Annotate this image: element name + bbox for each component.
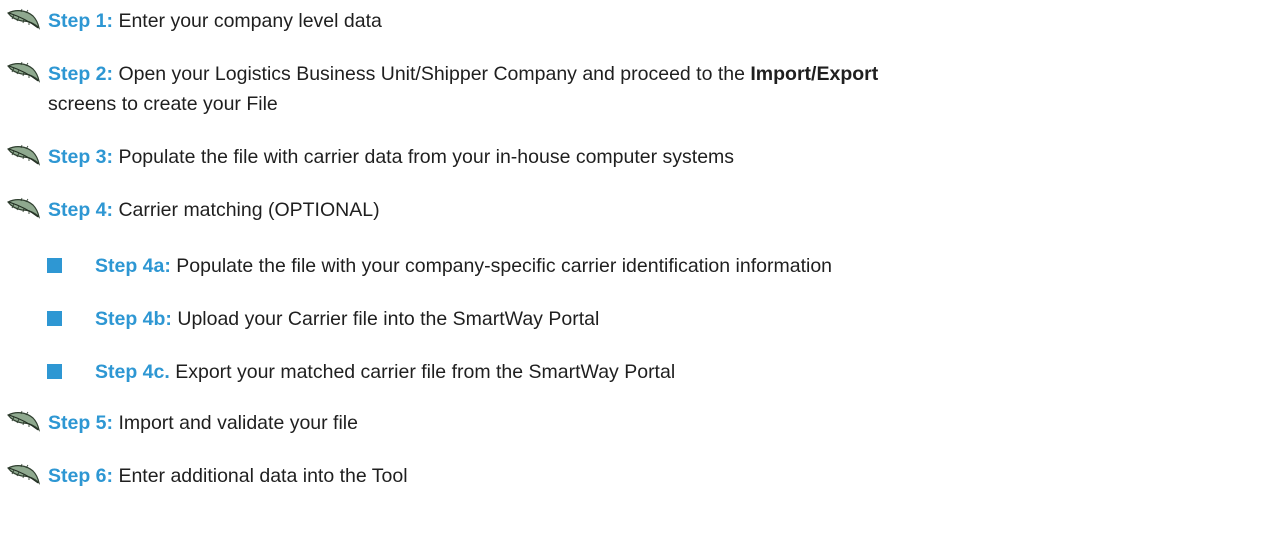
step-3-text-line: Step 3: Populate the file with carrier d… [48,142,1248,172]
step-4b-label: Step 4b: [95,308,172,330]
step-6-text: Enter additional data into the Tool [118,465,408,487]
step-2-text: Open your Logistics Business Unit/Shippe… [118,63,751,85]
step-3-label: Step 3: [48,146,114,168]
page: { "colors": { "accent": "#2e97d3", "text… [0,0,1261,537]
leaf-icon [6,8,40,30]
step-5-label: Step 5: [48,412,114,434]
step-5-text-line: Step 5: Import and validate your file [48,408,1248,438]
step-1-text-line: Step 1: Enter your company level data [48,6,1248,36]
step-4a-text: Populate the file with your company-spec… [176,255,833,277]
step-4a-label: Step 4a: [95,255,171,277]
leaf-icon [6,197,40,219]
step-4-text-line: Step 4: Carrier matching (OPTIONAL) [48,195,1248,225]
step-5-text: Import and validate your file [118,412,358,434]
step-4b-text-line: Step 4b: Upload your Carrier file into t… [95,304,1261,334]
step-4a-text-line: Step 4a: Populate the file with your com… [95,251,1261,281]
step-1-text: Enter your company level data [118,10,382,32]
leaf-icon [6,463,40,485]
step-4b-text: Upload your Carrier file into the SmartW… [177,308,600,330]
step-4c-label: Step 4c. [95,361,170,383]
square-bullet-icon [47,364,62,379]
square-bullet-icon [47,311,62,326]
leaf-icon [6,410,40,432]
step-2-text-line: Step 2: Open your Logistics Business Uni… [48,59,1248,89]
step-6-text-line: Step 6: Enter additional data into the T… [48,461,1248,491]
step-1-label: Step 1: [48,10,114,32]
step-2-emphasis: Import/Export [750,63,879,85]
step-4c-text-line: Step 4c. Export your matched carrier fil… [95,357,1261,387]
step-2-text-line-2: screens to create your File [48,89,1248,119]
step-6-label: Step 6: [48,465,114,487]
leaf-icon [6,144,40,166]
step-4c-text: Export your matched carrier file from th… [175,361,676,383]
step-2-text-continued: screens to create your File [48,93,278,115]
step-3-text: Populate the file with carrier data from… [118,146,735,168]
square-bullet-icon [47,258,62,273]
step-4-label: Step 4: [48,199,114,221]
step-4-text: Carrier matching (OPTIONAL) [118,199,380,221]
step-2-label: Step 2: [48,63,114,85]
leaf-icon [6,61,40,83]
